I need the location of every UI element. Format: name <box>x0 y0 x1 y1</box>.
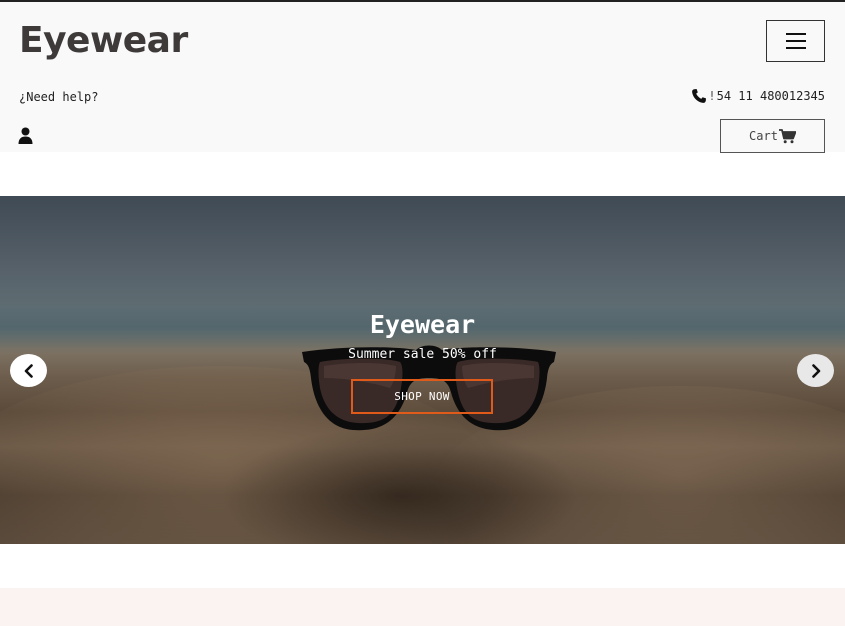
carousel-prev-button[interactable] <box>10 354 47 387</box>
hero-subtitle: Summer sale 50% off <box>348 347 497 362</box>
cart-button[interactable]: Cart <box>720 119 825 153</box>
cart-icon <box>778 128 796 143</box>
site-header: Eyewear ¿Need help? ! 54 11 480012345 Ca… <box>0 2 845 153</box>
phone-number: 54 11 480012345 <box>716 89 825 103</box>
menu-toggle-button[interactable] <box>766 20 825 62</box>
chevron-left-icon <box>24 363 33 378</box>
next-section-band <box>0 588 845 626</box>
shop-now-button[interactable]: SHOP NOW <box>351 379 493 414</box>
brand-logo[interactable]: Eyewear <box>19 20 188 61</box>
cart-label: Cart <box>749 129 778 143</box>
chevron-right-icon <box>811 363 820 378</box>
phone-contact[interactable]: ! 54 11 480012345 <box>691 88 825 104</box>
help-text: ¿Need help? <box>19 90 99 104</box>
hero-title: Eyewear <box>369 310 476 339</box>
hero-carousel: Eyewear Summer sale 50% off SHOP NOW <box>0 196 845 544</box>
user-icon[interactable] <box>18 127 33 144</box>
hamburger-icon <box>785 33 806 35</box>
carousel-next-button[interactable] <box>797 354 834 387</box>
phone-icon <box>692 89 707 103</box>
